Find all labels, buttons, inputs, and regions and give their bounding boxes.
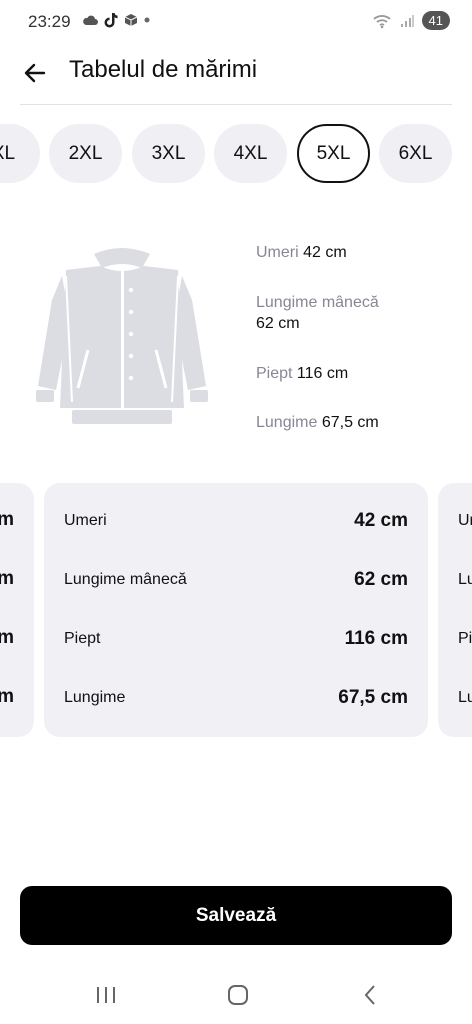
system-nav-bar xyxy=(0,970,472,1024)
card-row-shoulders: Umeri 42 cm xyxy=(64,509,408,533)
card-prev-fragment: m xyxy=(0,627,14,648)
app-header: Tabelul de mărimi xyxy=(0,44,472,104)
card-row-label: Lungime mânecă xyxy=(64,571,187,588)
size-chip-xl[interactable]: XL xyxy=(0,124,40,183)
card-next-fragment: Lu xyxy=(458,689,472,706)
home-icon xyxy=(228,985,248,1005)
page-title: Tabelul de mărimi xyxy=(69,56,258,83)
dot-icon xyxy=(144,17,150,23)
measure-length: Lungime 67,5 cm xyxy=(256,412,379,433)
measure-shoulders-value: 42 cm xyxy=(303,244,347,261)
card-next-fragment: Ur xyxy=(458,512,472,529)
size-chip-4xl[interactable]: 4XL xyxy=(214,124,287,183)
card-row-label: Umeri xyxy=(64,512,107,529)
recent-apps-icon xyxy=(97,987,115,1003)
recent-apps-button[interactable] xyxy=(86,980,126,1010)
back-button[interactable] xyxy=(18,56,52,90)
measure-sleeve-value: 62 cm xyxy=(256,315,300,332)
measure-chest: Piept 116 cm xyxy=(256,363,348,384)
measure-sleeve-label: Lungime mânecă xyxy=(256,294,379,311)
measure-length-value: 67,5 cm xyxy=(321,414,379,431)
card-row-value: 67,5 cm xyxy=(338,687,408,708)
home-button[interactable] xyxy=(218,980,258,1010)
card-next-fragment: Pi xyxy=(458,630,472,647)
measure-chest-value: 116 cm xyxy=(296,365,349,382)
wifi-icon xyxy=(372,14,391,28)
size-chip-3xl[interactable]: 3XL xyxy=(132,124,205,183)
size-chip-2xl[interactable]: 2XL xyxy=(49,124,122,183)
measure-shoulders-label: Umeri xyxy=(256,244,299,261)
size-chip-5xl-selected[interactable]: 5XL xyxy=(297,124,370,183)
size-card-next[interactable]: Ur Lu Pi Lu xyxy=(438,483,472,737)
card-row-value: 116 cm xyxy=(344,628,408,649)
battery-icon: 41 xyxy=(421,11,450,30)
card-row-chest: Piept 116 cm xyxy=(64,627,408,651)
card-next-fragment: Lu xyxy=(458,571,472,588)
jacket-illustration-icon xyxy=(36,248,208,424)
status-notification-icons xyxy=(82,12,150,28)
status-system-icons: 41 xyxy=(372,11,450,30)
size-selector: XL 2XL 3XL 4XL 5XL 6XL xyxy=(0,124,472,184)
card-prev-fragment: m xyxy=(0,509,14,530)
measure-shoulders: Umeri 42 cm xyxy=(256,242,347,263)
status-bar: 23:29 41 xyxy=(0,0,472,44)
tiktok-icon xyxy=(104,13,118,28)
size-cards-carousel[interactable]: m m m m Umeri 42 cm Lungime mânecă 62 cm… xyxy=(0,483,472,739)
card-row-label: Lungime xyxy=(64,689,126,706)
header-divider xyxy=(20,104,452,105)
card-prev-fragment: m xyxy=(0,686,14,707)
status-time: 23:29 xyxy=(28,12,71,31)
cloud-icon xyxy=(83,15,98,25)
card-row-sleeve: Lungime mânecă 62 cm xyxy=(64,568,408,592)
measure-chest-label: Piept xyxy=(256,365,293,382)
arrow-left-icon xyxy=(24,63,46,83)
card-row-value: 62 cm xyxy=(354,569,408,590)
size-card-current[interactable]: Umeri 42 cm Lungime mânecă 62 cm Piept 1… xyxy=(44,483,428,737)
size-chip-6xl[interactable]: 6XL xyxy=(379,124,452,183)
card-row-value: 42 cm xyxy=(354,510,408,531)
size-card-previous[interactable]: m m m m xyxy=(0,483,34,737)
card-row-label: Piept xyxy=(64,630,101,647)
signal-icon xyxy=(400,14,414,27)
system-back-button[interactable] xyxy=(350,980,390,1010)
save-button[interactable]: Salvează xyxy=(20,886,452,945)
card-row-length: Lungime 67,5 cm xyxy=(64,686,408,710)
measure-length-label: Lungime xyxy=(256,414,318,431)
measure-sleeve: Lungime mânecă 62 cm xyxy=(256,292,379,334)
chevron-left-icon xyxy=(364,985,375,1005)
card-prev-fragment: m xyxy=(0,568,14,589)
box-icon xyxy=(124,14,138,26)
